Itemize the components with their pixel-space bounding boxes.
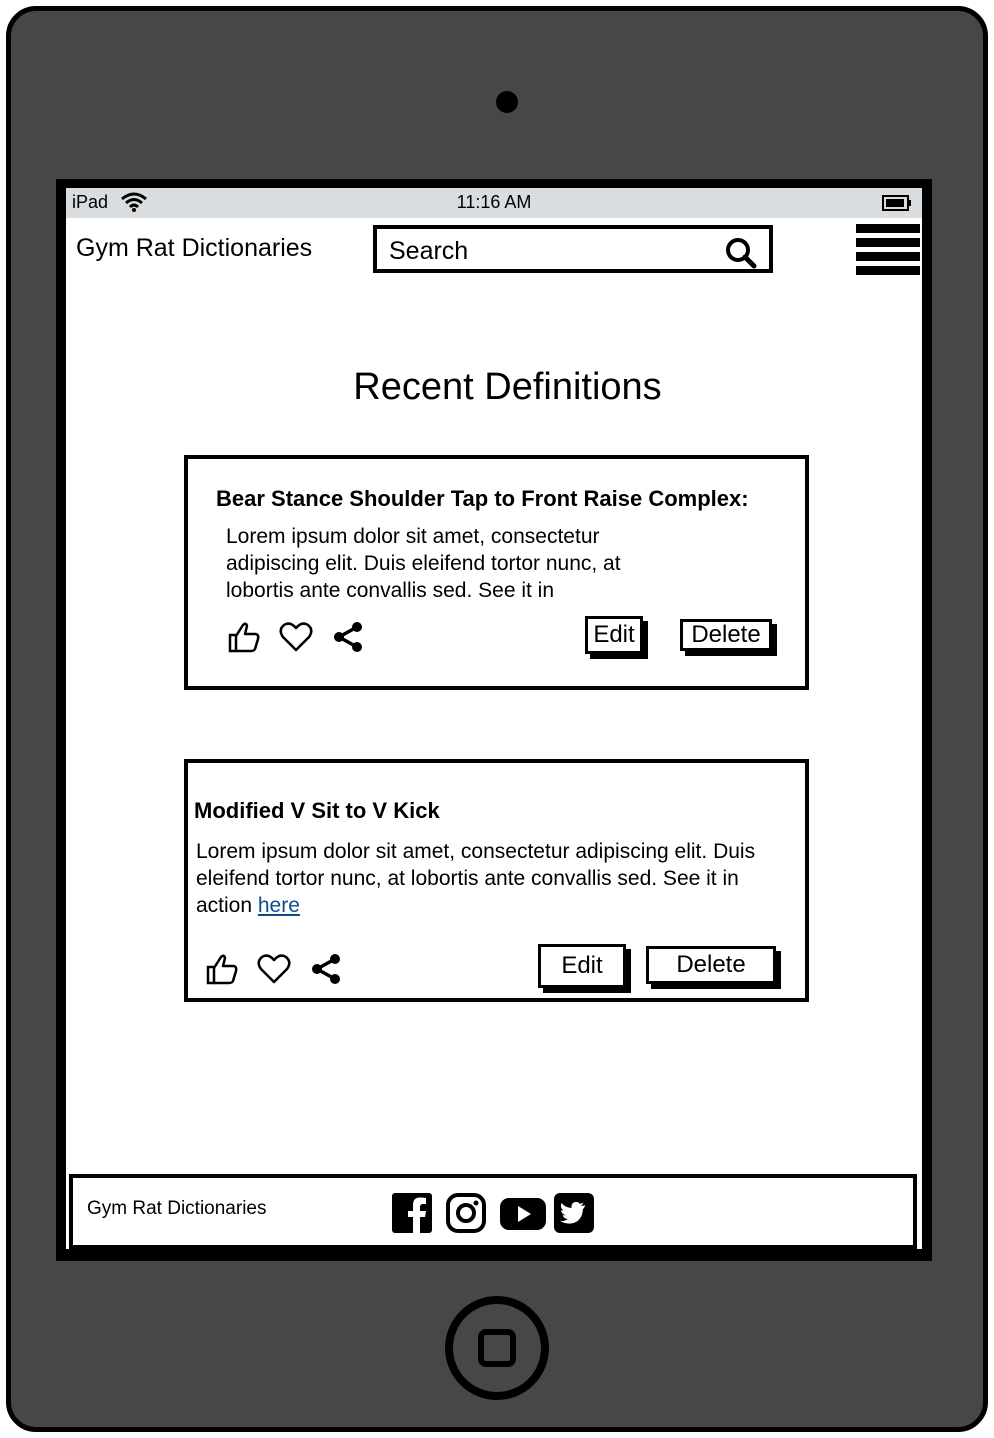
thumbs-up-icon[interactable] [226, 619, 262, 655]
home-button-square-icon [478, 1329, 516, 1367]
delete-button[interactable]: Delete [680, 619, 772, 651]
definition-card: Bear Stance Shoulder Tap to Front Raise … [184, 455, 809, 690]
share-icon[interactable] [308, 951, 344, 987]
page-title: Recent Definitions [353, 366, 662, 408]
definition-card: Modified V Sit to V Kick Lorem ipsum dol… [184, 759, 809, 1002]
thumbs-up-icon[interactable] [204, 951, 240, 987]
battery-icon [882, 195, 912, 216]
edit-button[interactable]: Edit [538, 944, 626, 988]
footer: Gym Rat Dictionaries [69, 1174, 917, 1249]
hamburger-menu-icon[interactable] [856, 224, 920, 276]
edit-button[interactable]: Edit [585, 616, 643, 654]
delete-button[interactable]: Delete [646, 946, 776, 984]
twitter-icon[interactable] [553, 1192, 595, 1234]
screen: iPad 11:16 AM Gym Rat Dictionaries Searc… [66, 188, 922, 1249]
card-actions [204, 951, 344, 987]
status-bar: iPad 11:16 AM [66, 188, 922, 218]
card-body: Lorem ipsum dolor sit amet, consectetur … [196, 838, 776, 919]
instagram-icon[interactable] [445, 1192, 487, 1234]
share-icon[interactable] [330, 619, 366, 655]
card-title: Modified V Sit to V Kick [194, 798, 440, 823]
search-icon[interactable] [725, 237, 757, 274]
search-input[interactable]: Search [373, 225, 773, 273]
see-it-in-action-link[interactable]: here [258, 894, 300, 917]
status-time: 11:16 AM [456, 192, 532, 212]
card-body: Lorem ipsum dolor sit amet, consectetur … [226, 525, 621, 602]
heart-icon[interactable] [256, 951, 292, 987]
youtube-icon[interactable] [499, 1192, 546, 1234]
home-button[interactable] [445, 1296, 549, 1400]
facebook-icon[interactable] [391, 1192, 433, 1234]
app-title[interactable]: Gym Rat Dictionaries [76, 234, 312, 263]
heart-icon[interactable] [278, 619, 314, 655]
camera-dot [496, 91, 518, 113]
social-links [391, 1192, 595, 1234]
footer-title: Gym Rat Dictionaries [87, 1198, 267, 1219]
search-placeholder: Search [389, 237, 469, 265]
card-title: Bear Stance Shoulder Tap to Front Raise … [216, 486, 749, 511]
card-actions [226, 619, 366, 655]
